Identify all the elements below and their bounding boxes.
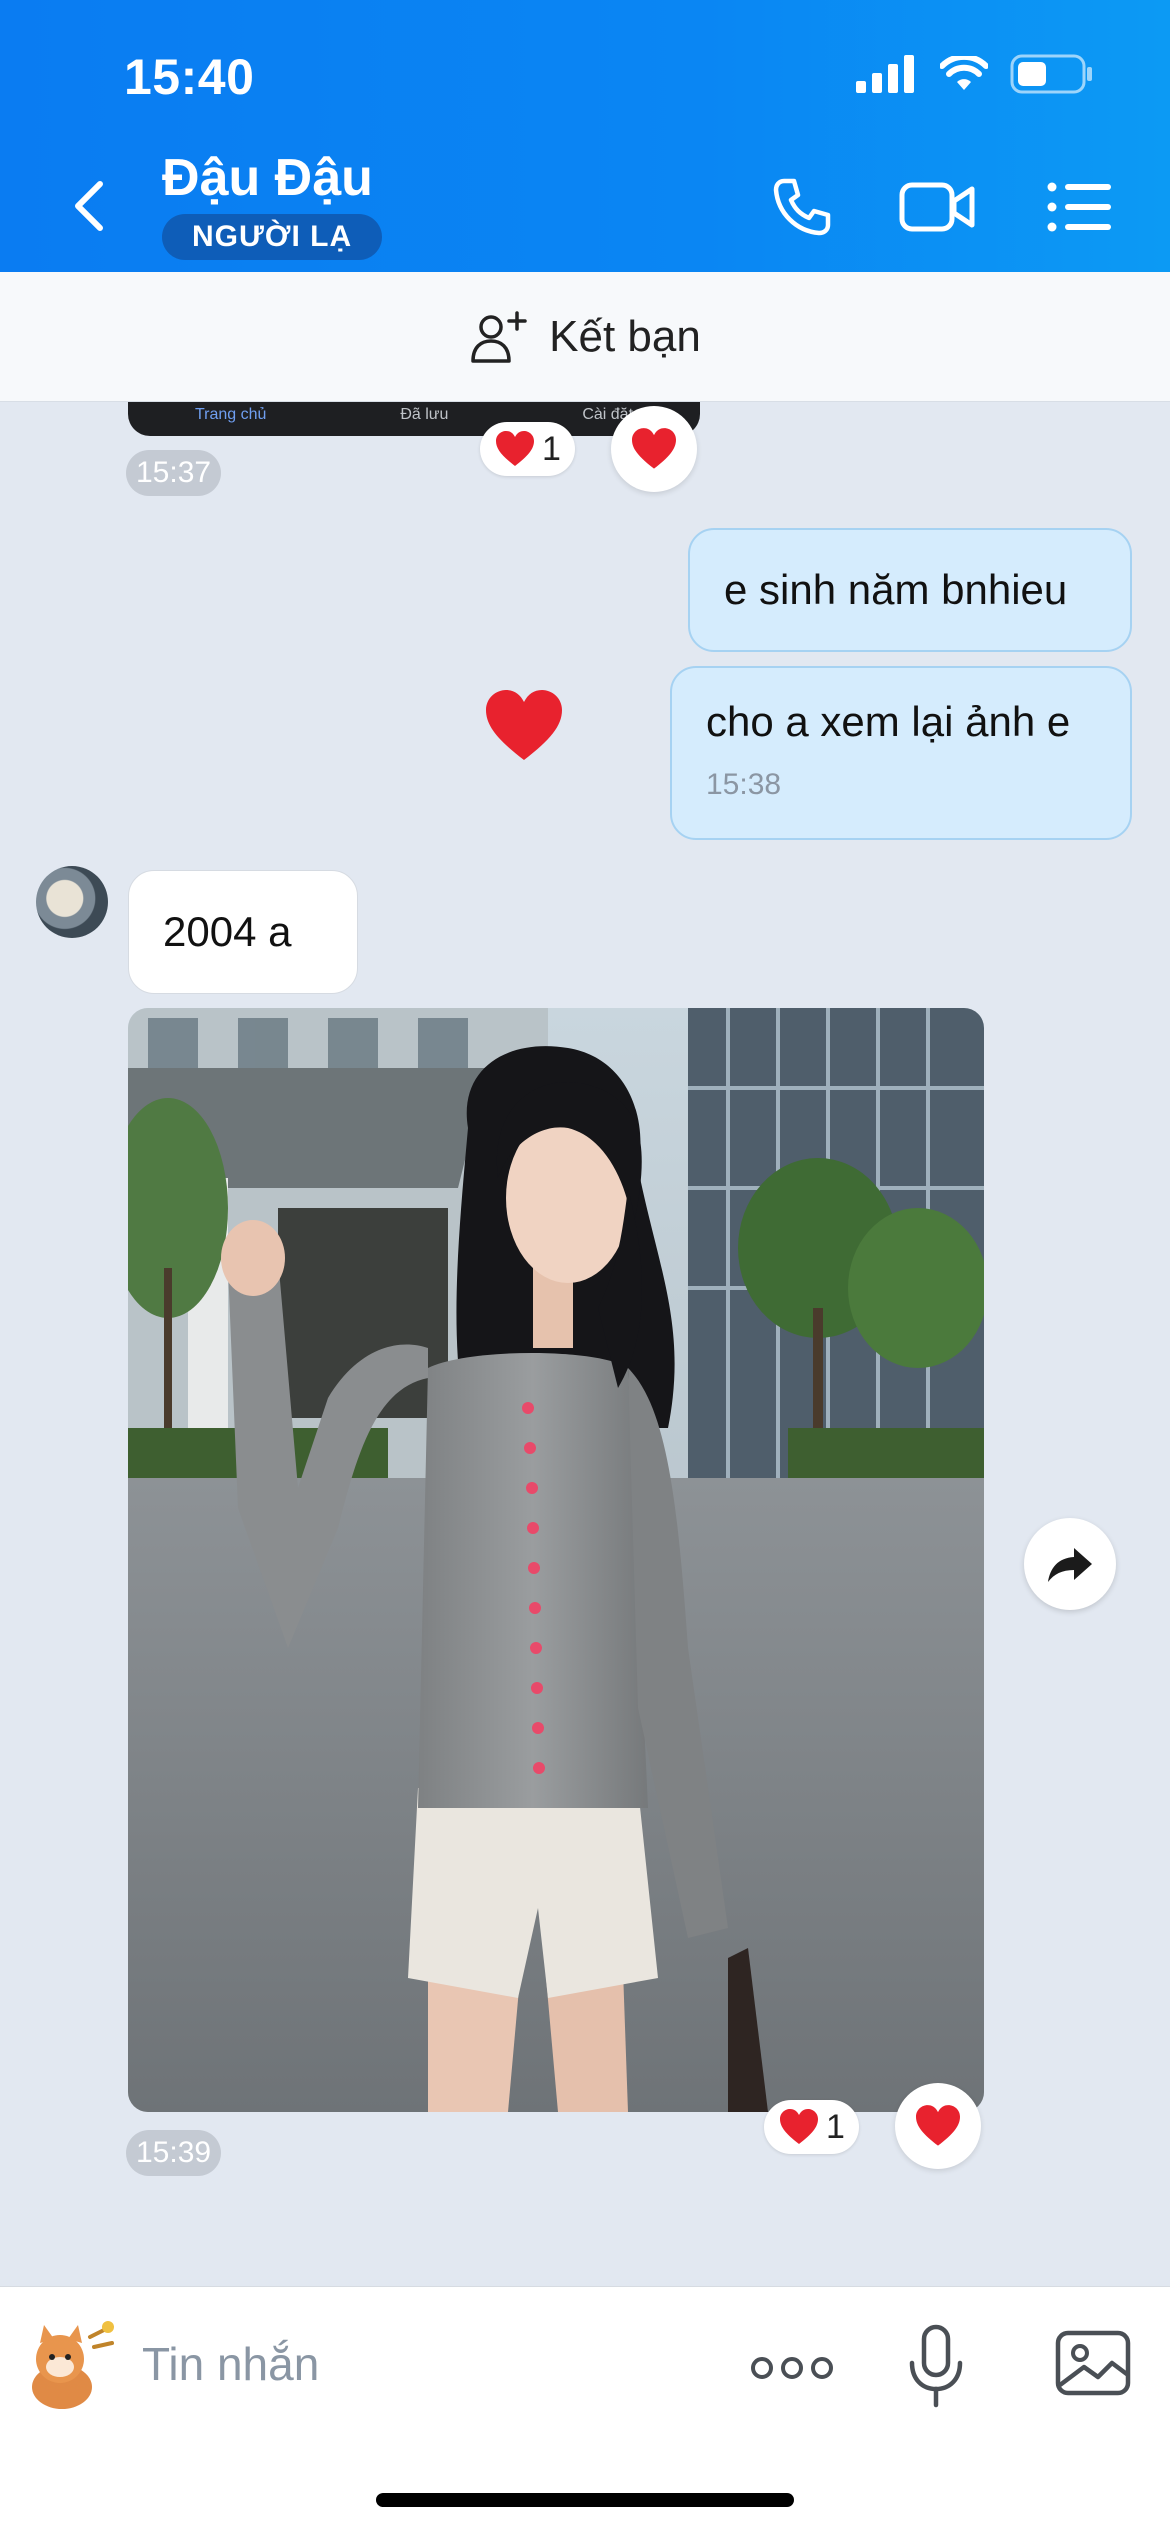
video-icon [899, 182, 975, 232]
status-icons [856, 54, 1094, 94]
home-indicator [376, 2493, 794, 2507]
gallery-button[interactable] [1054, 2327, 1132, 2399]
message-text: 2004 a [163, 908, 292, 955]
prev-tab-label: Trang chủ [194, 406, 267, 423]
more-button[interactable] [750, 2343, 834, 2393]
heart-icon [632, 428, 676, 469]
mic-icon [909, 2324, 963, 2408]
wifi-icon [940, 56, 988, 90]
reaction-summary[interactable]: 1 [764, 2100, 859, 2154]
sticker-icon [32, 2321, 114, 2409]
incoming-message[interactable]: 2004 a [128, 870, 358, 994]
share-button[interactable] [1024, 1518, 1116, 1610]
stranger-badge: NGƯỜI LẠ [162, 214, 383, 260]
status-time: 15:40 [124, 49, 255, 105]
reaction-count: 1 [826, 2107, 845, 2146]
reaction-summary[interactable]: 1 [480, 422, 575, 476]
heart-icon [486, 690, 562, 760]
back-button[interactable] [60, 170, 120, 242]
message-input[interactable]: Tin nhắn [142, 2337, 319, 2391]
video-call-button[interactable] [898, 172, 978, 242]
message-time: 15:39 [126, 2130, 222, 2176]
call-button[interactable] [762, 172, 842, 242]
more-icon [751, 2357, 833, 2379]
menu-icon [1047, 182, 1111, 232]
add-user-icon [471, 310, 527, 363]
signal-icon [856, 55, 914, 93]
outgoing-message[interactable]: cho a xem lại ảnh e 15:38 [670, 666, 1132, 840]
contact-name[interactable]: Đậu Đậu [162, 148, 373, 208]
react-button[interactable] [611, 406, 697, 492]
battery-icon [1010, 54, 1092, 94]
avatar[interactable] [36, 866, 108, 938]
photo-message[interactable] [128, 1008, 984, 2112]
message-time: 15:38 [706, 768, 782, 801]
chat-header: 15:40 Đậu Đậu NGƯỜI LẠ [0, 0, 1170, 272]
message-time: 15:37 [126, 450, 222, 496]
reaction-count: 1 [542, 429, 561, 468]
voice-button[interactable] [906, 2323, 966, 2411]
gallery-icon [1055, 2330, 1131, 2396]
heart-icon [780, 2109, 818, 2144]
add-friend-label: Kết bạn [549, 311, 701, 361]
outgoing-message[interactable]: e sinh năm bnhieu [688, 528, 1132, 652]
add-friend-button[interactable]: Kết bạn [0, 272, 1170, 402]
photo-image [128, 1008, 984, 2112]
message-text: cho a xem lại ảnh e [706, 698, 1071, 745]
heart-icon [496, 431, 534, 466]
heart-icon [916, 2105, 960, 2146]
menu-button[interactable] [1040, 172, 1120, 242]
prev-tab-label: Đã lưu [400, 406, 449, 423]
composer: Tin nhắn [0, 2286, 1170, 2532]
message-text: e sinh năm bnhieu [724, 566, 1068, 613]
message-list[interactable]: Trang chủ Đã lưu Cài đặt 1 15:37 e sinh … [0, 402, 1170, 2286]
share-icon [1048, 1548, 1092, 1582]
back-icon [75, 181, 103, 231]
react-button[interactable] [895, 2083, 981, 2169]
phone-icon [773, 178, 831, 236]
sticker-button[interactable] [20, 2317, 120, 2417]
